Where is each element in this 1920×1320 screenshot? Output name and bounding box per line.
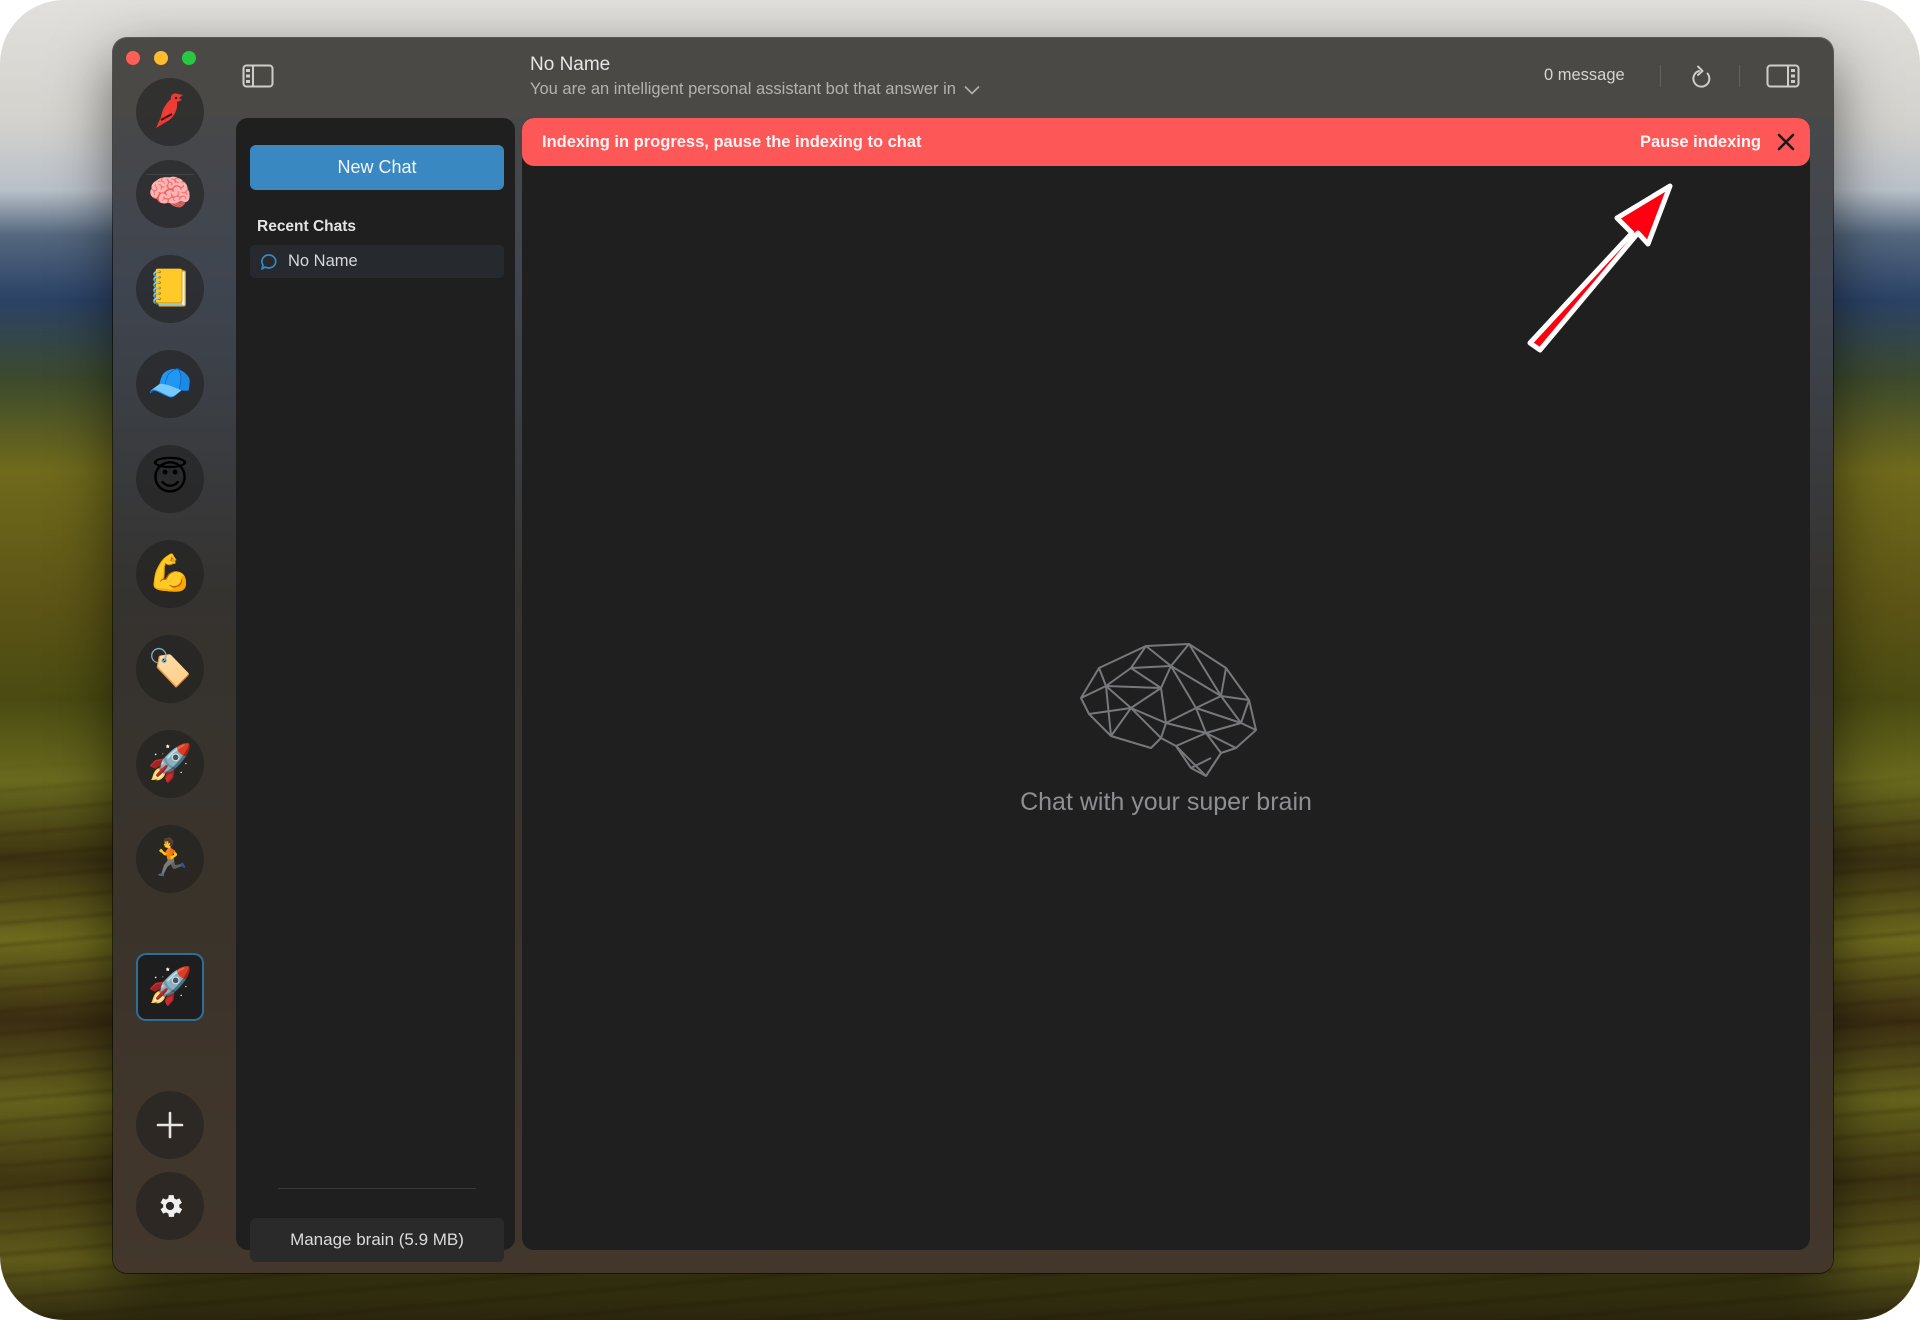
brain-item-biceps[interactable]: 💪 [136,540,204,608]
cap-emoji-icon: 🧢 [147,363,193,404]
system-prompt-dropdown[interactable]: You are an intelligent personal assistan… [530,80,980,99]
chat-list-item[interactable]: No Name [250,245,504,278]
rocket-emoji-icon: 🚀 [147,743,193,784]
brain-emoji-icon: 🧠 [147,173,193,214]
runner-emoji-icon: 🏃 [147,838,193,879]
annotation-arrow-icon [1527,183,1673,353]
refresh-icon [1692,65,1711,88]
close-icon [1777,133,1795,151]
manage-brain-button[interactable]: Manage brain (5.9 MB) [250,1218,504,1262]
chat-list-panel: New Chat Recent Chats No Name Manage bra… [236,118,515,1262]
sidebar-left-icon [242,64,274,88]
plus-icon [156,1111,184,1139]
new-chat-button[interactable]: New Chat [250,145,504,190]
flexed-biceps-emoji-icon: 💪 [147,553,193,594]
window-maximize-button[interactable] [182,51,196,65]
brain-item-cap[interactable]: 🧢 [136,350,204,418]
sidebar-right-icon [1766,64,1800,88]
chat-item-label: No Name [288,252,358,270]
gear-icon [160,1195,183,1217]
pause-indexing-button[interactable]: Pause indexing [1640,133,1761,152]
tag-note-emoji-icon: 🏷️ [147,648,193,689]
cardinal-bird-icon [156,93,183,128]
empty-state: Chat with your super brain [522,628,1810,817]
rocket-emoji-icon: 🚀 [147,966,193,1007]
settings-button[interactable] [136,1172,204,1240]
brain-item-rocket[interactable]: 🚀 [136,730,204,798]
brain-item-runner[interactable]: 🏃 [136,825,204,893]
dismiss-banner-button[interactable] [1774,130,1798,154]
window-close-button[interactable] [126,51,140,65]
brain-item-brain[interactable]: 🧠 [136,160,204,228]
brain-item-halo-smile[interactable]: 😇 [136,445,204,513]
chat-header: No Name You are an intelligent personal … [530,54,980,99]
brain-item-rocket-active[interactable]: 🚀 [136,953,204,1021]
indexing-banner: Indexing in progress, pause the indexing… [522,118,1810,166]
empty-state-text: Chat with your super brain [1020,788,1312,816]
header-divider [1660,65,1661,87]
toggle-sidebar-button[interactable] [241,62,275,90]
app-logo-button[interactable] [136,78,204,146]
panel-divider [278,1188,476,1189]
halo-smile-emoji-icon: 😇 [151,458,189,499]
message-count: 0 message [1544,66,1625,84]
system-prompt-text: You are an intelligent personal assistan… [530,80,956,98]
window-minimize-button[interactable] [154,51,168,65]
network-brain-icon [1080,643,1257,777]
recent-chats-heading: Recent Chats [257,218,357,235]
notebook-emoji-icon: 📒 [147,268,193,309]
chat-bubble-icon [261,253,277,270]
chevron-down-icon [964,85,980,95]
chat-title: No Name [530,54,611,75]
indexing-message: Indexing in progress, pause the indexing… [542,132,922,151]
refresh-button[interactable] [1687,63,1717,93]
brain-item-tag[interactable]: 🏷️ [136,635,204,703]
header-divider [1739,65,1740,87]
brain-item-notebook[interactable]: 📒 [136,255,204,323]
add-brain-button[interactable] [136,1091,204,1159]
toggle-right-panel-button[interactable] [1765,62,1801,90]
